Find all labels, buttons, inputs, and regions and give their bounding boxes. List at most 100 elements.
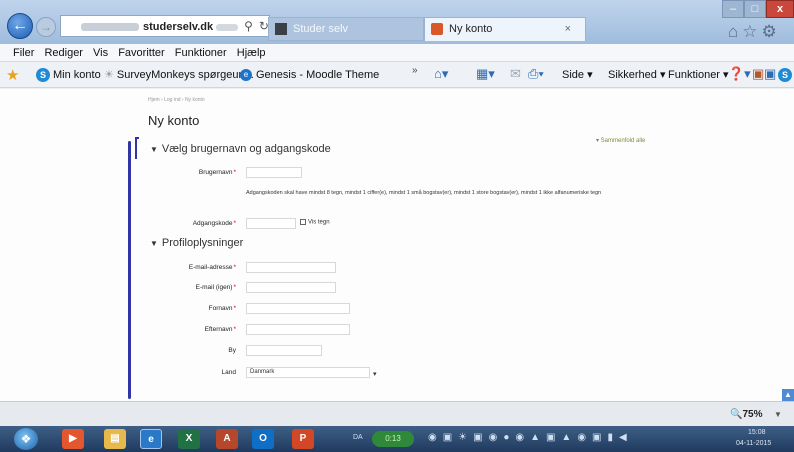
security-menu[interactable]: Sikkerhed ▾ <box>608 67 666 83</box>
menu-hjaelp[interactable]: Hjælp <box>237 47 266 59</box>
onenote-icon[interactable]: ▣ <box>764 66 776 82</box>
address-url: studerselv.dk <box>143 21 214 33</box>
more-favorites-chevron-icon[interactable]: » <box>412 65 418 76</box>
username-input[interactable] <box>246 167 302 178</box>
page-content: Hjem › Log ind › Ny konto Ny konto ▾ Sam… <box>0 89 794 401</box>
collapse-all-link[interactable]: ▾ Sammenfold alle <box>596 137 645 144</box>
email-field[interactable] <box>246 262 336 273</box>
forward-arrow-icon[interactable]: → <box>36 17 56 37</box>
tools-menu[interactable]: Funktioner ▾ <box>668 67 729 83</box>
language-indicator[interactable]: DA <box>353 434 363 441</box>
menu-favoritter[interactable]: Favoritter <box>118 47 164 59</box>
page-title: Ny konto <box>148 113 200 128</box>
browser-titlebar: ← → studerselv.dk ⚲ ↻ Studer selv Ny konto… <box>0 0 794 44</box>
screen: ← → studerselv.dk ⚲ ↻ Studer selv Ny konto… <box>0 0 794 452</box>
file-explorer-icon[interactable]: ▤ <box>104 429 126 449</box>
tab-close-icon[interactable]: × <box>565 18 571 40</box>
outlook-icon[interactable]: O <box>252 429 274 449</box>
section-title: Profiloplysninger <box>161 237 244 249</box>
home-command-icon[interactable]: ⌂▾ <box>434 66 448 82</box>
zoom-dropdown-icon[interactable]: ▼ <box>774 410 782 419</box>
city-label: By <box>228 347 236 354</box>
tab-ny-konto[interactable]: Ny konto × <box>424 17 586 41</box>
password-input[interactable] <box>246 218 296 229</box>
start-button[interactable]: ❖ <box>14 428 38 450</box>
username-label: Brugernavn* <box>198 169 236 176</box>
email-again-field[interactable] <box>246 282 336 293</box>
help-icon[interactable]: ❓▾ <box>728 66 751 82</box>
clock-time[interactable]: 15:08 <box>748 429 766 436</box>
tab-studer-selv[interactable]: Studer selv <box>268 17 424 41</box>
powerpoint-icon[interactable]: P <box>292 429 314 449</box>
email-again-label: E-mail (igen)* <box>195 284 236 291</box>
redacted-url-part <box>81 23 139 32</box>
zoom-level[interactable]: 🔍75% <box>730 409 762 420</box>
clock-date[interactable]: 04-11-2015 <box>736 440 771 447</box>
tab-favicon <box>431 23 443 35</box>
close-window-button[interactable]: x <box>766 0 794 18</box>
breadcrumb[interactable]: Hjem › Log ind › Ny konto <box>148 97 205 103</box>
tab-label: Studer selv <box>293 23 349 35</box>
ie-page-icon: e <box>240 69 252 82</box>
password-policy-text: Adgangskoden skal have mindst 8 tegn, mi… <box>246 190 602 196</box>
search-icon[interactable]: ⚲ <box>244 16 253 36</box>
country-select[interactable]: Danmark <box>246 367 370 378</box>
excel-icon[interactable]: X <box>178 429 200 449</box>
address-bar[interactable]: studerselv.dk ⚲ ↻ <box>60 15 270 37</box>
email-label: E-mail-adresse* <box>188 264 236 271</box>
internet-explorer-icon[interactable]: e <box>140 429 162 449</box>
collapse-caret-icon: ▼ <box>150 239 158 248</box>
password-label: Adgangskode* <box>192 220 236 227</box>
status-bar: 🔍75% ▼ <box>0 401 794 426</box>
firstname-field[interactable] <box>246 303 350 314</box>
section-profile[interactable]: ▼ Profiloplysninger <box>150 237 243 249</box>
print-icon[interactable]: ⎙▾ <box>528 66 544 82</box>
side-menu[interactable]: Side ▾ <box>562 67 593 83</box>
lastname-field[interactable] <box>246 324 350 335</box>
favorite-min-konto[interactable]: S Min konto <box>36 67 101 83</box>
home-favorites-settings-icons[interactable]: ⌂☆⚙ <box>728 22 794 42</box>
lastname-label: Efternavn* <box>204 326 236 333</box>
favorites-star-icon[interactable]: ★ <box>6 66 19 84</box>
menu-bar: Filer Rediger Vis Favoritter Funktioner … <box>0 44 794 62</box>
pen-annotation-bracket <box>135 137 139 159</box>
country-label: Land <box>221 369 236 376</box>
surveymonkey-icon: ☀ <box>104 69 114 81</box>
redacted-url-part <box>216 23 239 31</box>
city-field[interactable] <box>246 345 322 356</box>
menu-vis[interactable]: Vis <box>93 47 108 59</box>
back-arrow-icon[interactable]: ← <box>7 13 33 39</box>
skype-toolbar-icon[interactable]: S <box>778 68 792 82</box>
tray-indicator[interactable]: 0:13 <box>372 431 414 447</box>
system-tray-icons[interactable]: ◉▣☀▣◉●◉▲▣▲◉▣▮◀ <box>428 432 633 443</box>
favorite-label: SurveyMonkeys spørgeun... <box>116 69 254 81</box>
scroll-up-icon[interactable]: ▲ <box>782 389 794 401</box>
skype-icon: S <box>36 68 50 83</box>
pen-annotation-line <box>128 141 131 399</box>
research-icon[interactable]: ▣ <box>752 66 764 82</box>
favorite-genesis[interactable]: e Genesis - Moodle Theme <box>240 67 379 83</box>
section-title: Vælg brugernavn og adgangskode <box>161 143 331 155</box>
firstname-label: Fornavn* <box>208 305 236 312</box>
show-password-checkbox[interactable]: Vis tegn <box>300 219 330 226</box>
menu-funktioner[interactable]: Funktioner <box>175 47 227 59</box>
favorite-label: Min konto <box>53 69 101 81</box>
section-username-password[interactable]: ▼ Vælg brugernavn og adgangskode <box>150 143 331 155</box>
read-mail-icon[interactable]: ✉ <box>510 66 521 82</box>
favorite-surveymonkey[interactable]: ☀ SurveyMonkeys spørgeun... <box>104 67 254 83</box>
favorites-bar: ★ S Min konto ☀ SurveyMonkeys spørgeun... … <box>0 62 794 88</box>
access-icon[interactable]: A <box>216 429 238 449</box>
tab-label: Ny konto <box>449 23 493 35</box>
windows-taskbar: ❖ ▶ ▤ e X A O P DA 0:13 ◉▣☀▣◉●◉▲▣▲◉▣▮◀ 1… <box>0 426 794 452</box>
media-player-icon[interactable]: ▶ <box>62 429 84 449</box>
favorite-label: Genesis - Moodle Theme <box>256 69 380 81</box>
chevron-down-icon[interactable]: ▾ <box>373 370 377 378</box>
maximize-button[interactable]: □ <box>744 0 766 18</box>
collapse-caret-icon: ▼ <box>150 145 158 154</box>
tab-favicon <box>275 23 287 35</box>
checkbox-icon <box>300 219 306 225</box>
minimize-button[interactable]: – <box>722 0 744 18</box>
feeds-icon[interactable]: ▦▾ <box>476 66 495 82</box>
menu-filer[interactable]: Filer <box>13 47 34 59</box>
menu-rediger[interactable]: Rediger <box>44 47 83 59</box>
